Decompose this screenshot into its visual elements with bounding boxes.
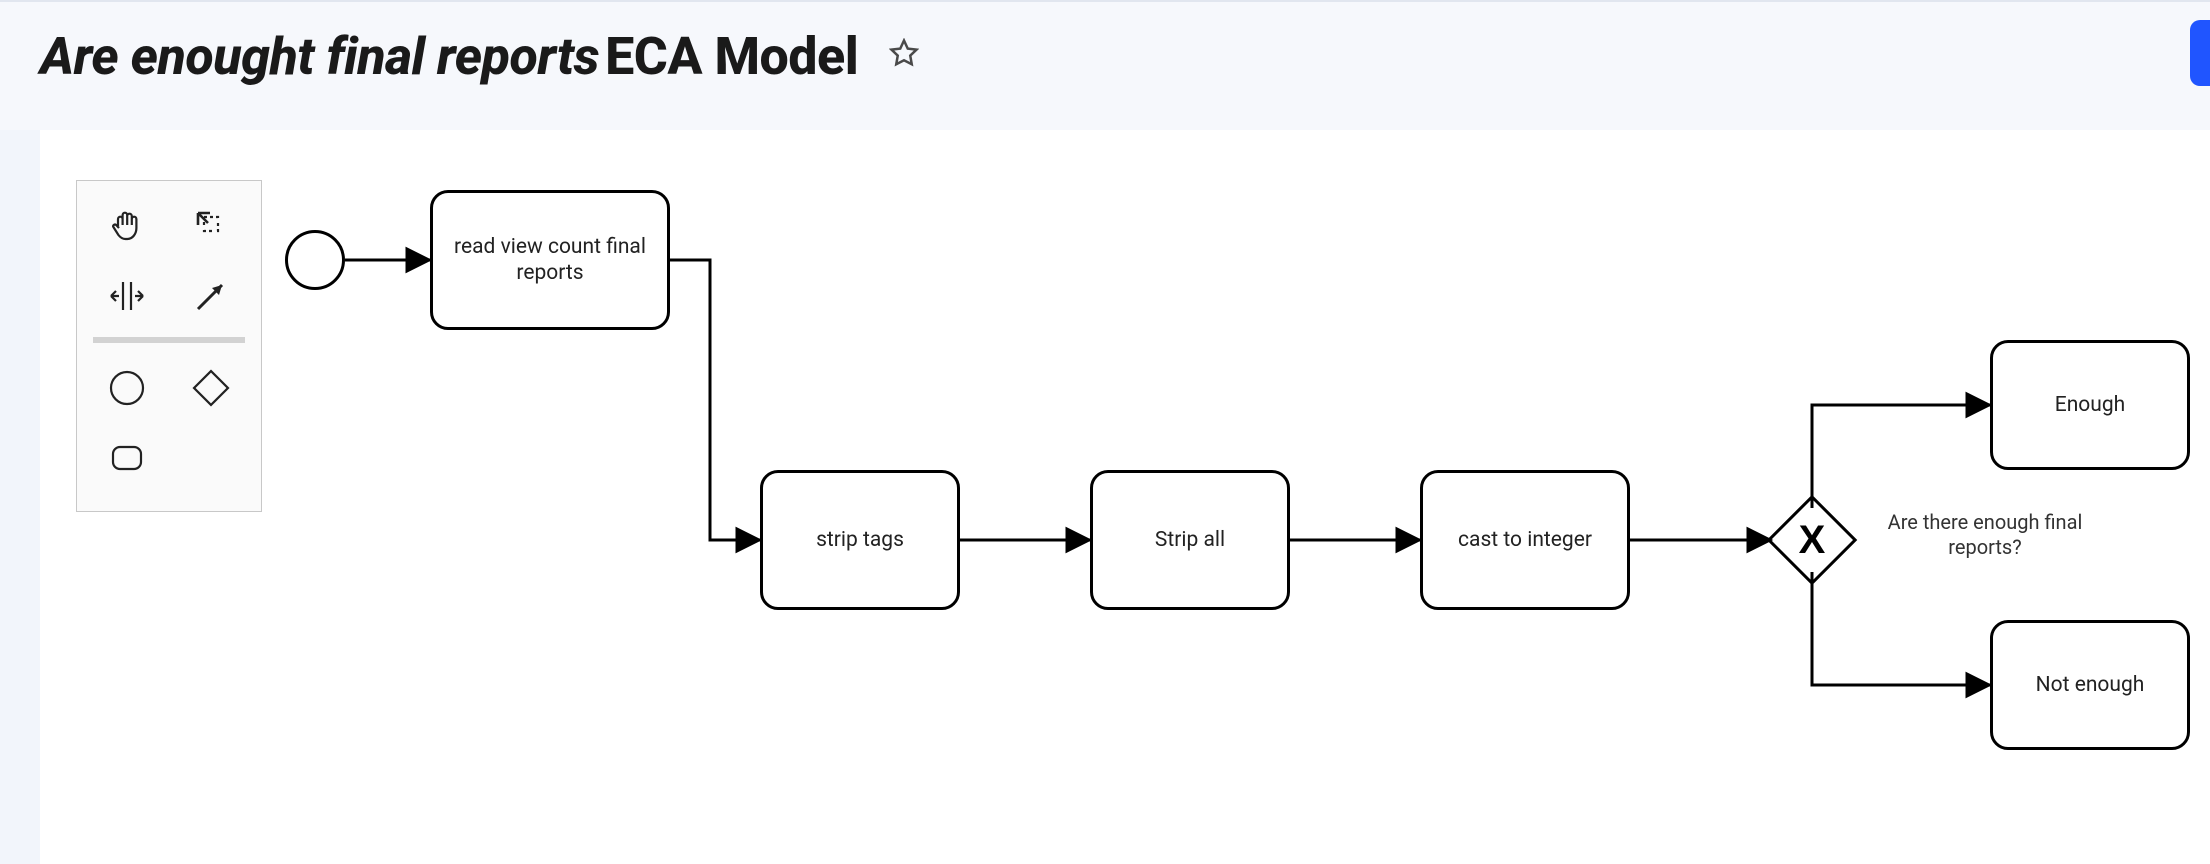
title-suffix: ECA Model [605,26,858,87]
task-enough[interactable]: Enough [1990,340,2190,470]
hand-icon [107,206,147,246]
lasso-icon [190,205,232,247]
start-event[interactable] [285,230,345,290]
connect-tool[interactable] [175,266,247,326]
tool-palette [76,180,262,512]
gateway-enough[interactable]: X [1780,508,1844,572]
gateway-tool[interactable] [175,358,247,418]
page-title: Are enought final reportsECA Model [40,26,923,87]
favorite-button[interactable] [885,34,923,72]
task-cast-to-integer[interactable]: cast to integer [1420,470,1630,610]
task-strip-all[interactable]: Strip all [1090,470,1290,610]
header: Are enought final reportsECA Model [0,0,2210,130]
circle-icon [106,367,148,409]
gateway-label: Are there enough final reports? [1870,510,2100,560]
task-label: read view count final reports [443,234,657,287]
title-italic: Are enought final reports [40,26,599,87]
task-not-enough[interactable]: Not enough [1990,620,2190,750]
task-tool[interactable] [91,428,163,488]
bpmn-canvas[interactable]: read view count final reports strip tags… [40,130,2210,864]
space-icon [105,276,149,316]
star-icon [889,38,919,68]
task-strip-tags[interactable]: strip tags [760,470,960,610]
palette-separator [93,337,245,343]
hand-tool[interactable] [91,196,163,256]
save-button[interactable] [2190,20,2210,86]
start-event-tool[interactable] [91,358,163,418]
lasso-tool[interactable] [175,196,247,256]
rounded-rect-icon [106,437,148,479]
task-read-view-count[interactable]: read view count final reports [430,190,670,330]
x-icon: X [1780,508,1844,572]
task-label: Enough [2055,392,2125,418]
space-tool[interactable] [91,266,163,326]
diamond-icon [190,367,232,409]
task-label: strip tags [816,527,904,553]
arrow-icon [190,275,232,317]
task-label: Strip all [1155,527,1225,553]
task-label: cast to integer [1458,527,1592,553]
task-label: Not enough [2036,672,2145,698]
